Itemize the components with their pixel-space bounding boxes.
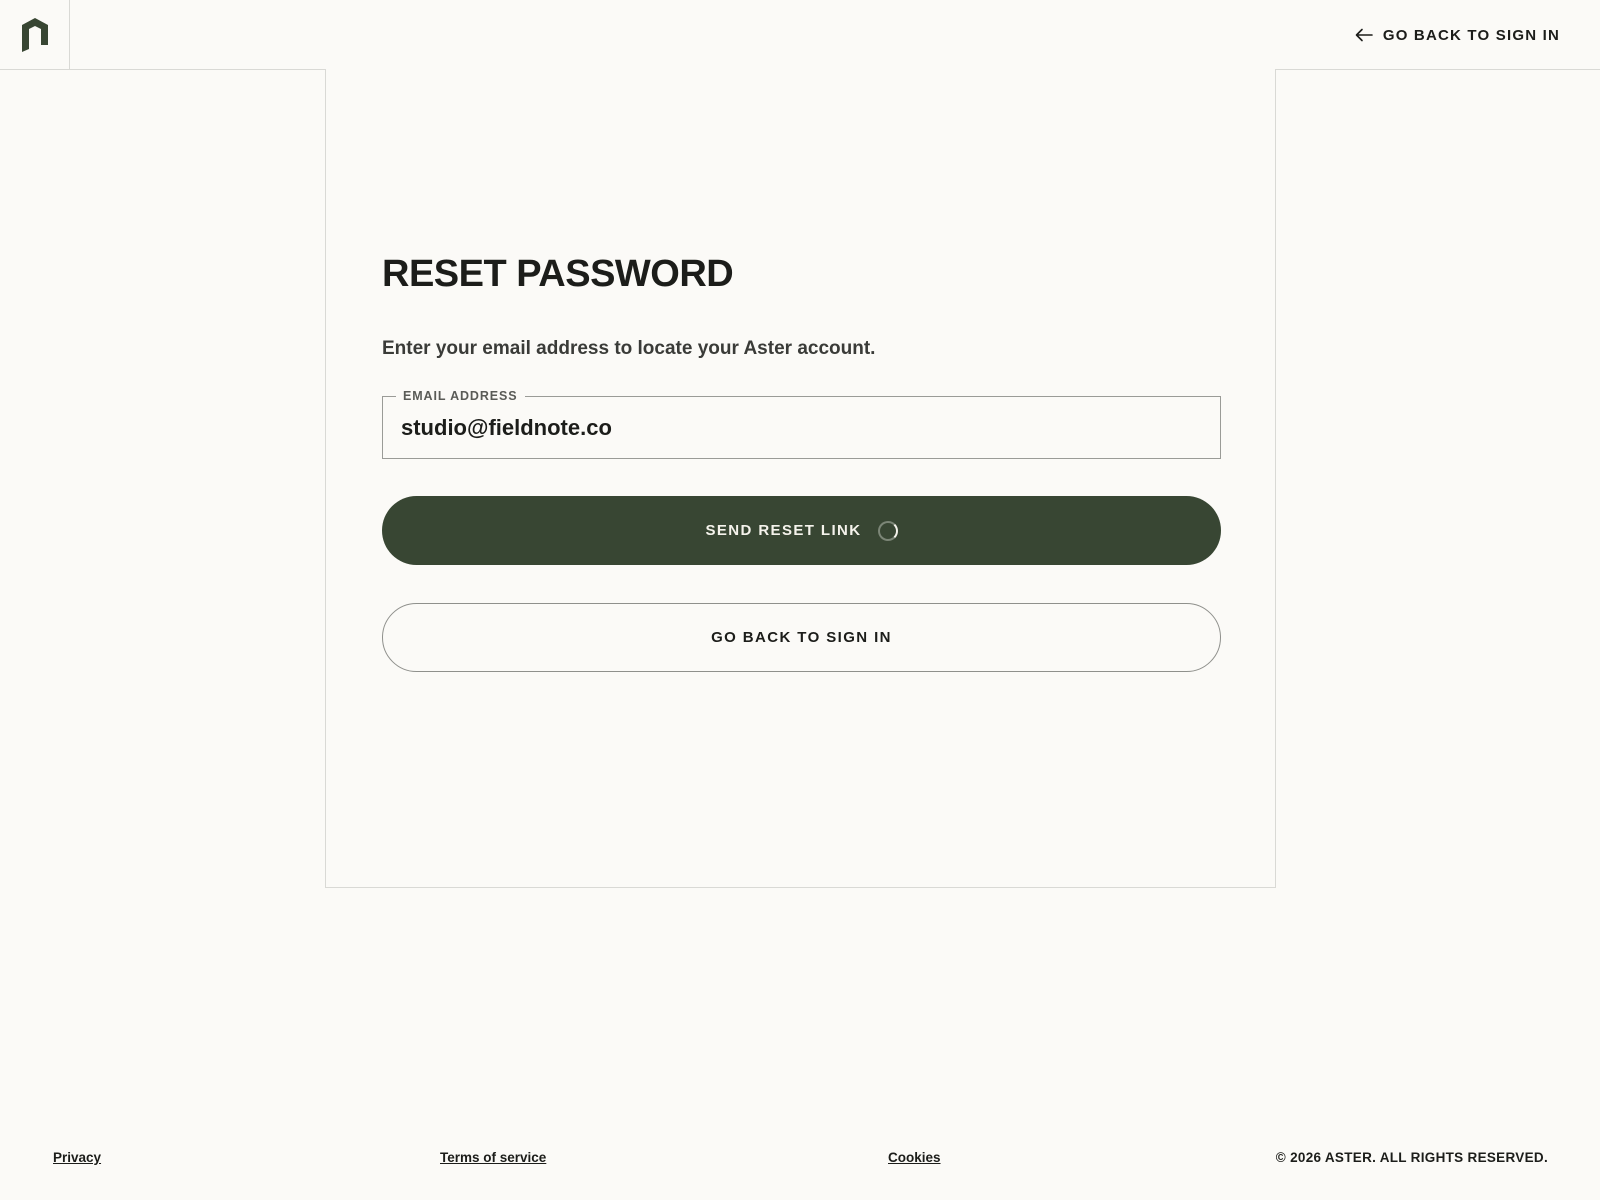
loading-spinner-icon — [877, 520, 898, 541]
copyright-text: © 2026 ASTER. ALL RIGHTS RESERVED. — [1275, 1150, 1548, 1165]
back-to-sign-in-button[interactable]: GO BACK TO SIGN IN — [382, 603, 1221, 672]
footer: Privacy Terms of service Cookies © 2026 … — [0, 1150, 1600, 1170]
header-back-to-sign-in-link[interactable]: GO BACK TO SIGN IN — [1355, 22, 1560, 48]
cookies-link[interactable]: Cookies — [888, 1150, 941, 1165]
arrow-left-icon — [1355, 28, 1373, 42]
brand-mark-icon — [21, 17, 48, 52]
back-to-sign-in-label: GO BACK TO SIGN IN — [711, 629, 892, 646]
instructions-text: Enter your email address to locate your … — [382, 338, 876, 359]
reset-password-card: RESET PASSWORD Enter your email address … — [325, 69, 1276, 888]
send-reset-link-label: SEND RESET LINK — [705, 522, 862, 539]
top-bar: GO BACK TO SIGN IN — [0, 0, 1600, 70]
logo[interactable] — [0, 0, 70, 69]
privacy-link[interactable]: Privacy — [53, 1150, 101, 1165]
header-back-link-label: GO BACK TO SIGN IN — [1382, 26, 1560, 44]
email-field: EMAIL ADDRESS — [382, 388, 1221, 459]
page-title: RESET PASSWORD — [382, 253, 734, 295]
email-input[interactable] — [383, 397, 1220, 458]
send-reset-link-button[interactable]: SEND RESET LINK — [382, 496, 1221, 565]
terms-of-service-link[interactable]: Terms of service — [440, 1150, 546, 1165]
reset-password-page: GO BACK TO SIGN IN RESET PASSWORD Enter … — [0, 0, 1600, 1200]
